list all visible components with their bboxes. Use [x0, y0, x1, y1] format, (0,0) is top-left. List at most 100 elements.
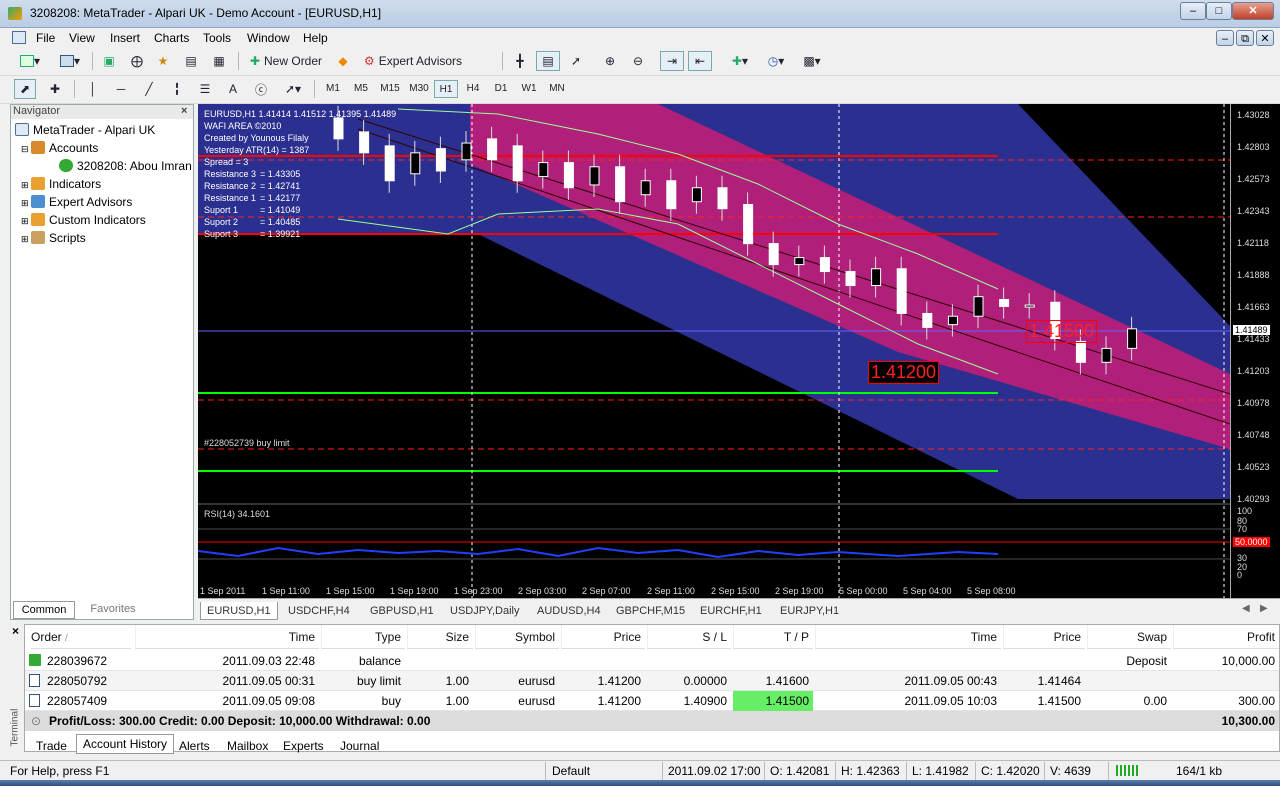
periods-menu-button[interactable]: ◷ ▾	[760, 51, 792, 71]
terminal-tab-account-history[interactable]: Account History	[76, 734, 175, 754]
col-symbol[interactable]: Symbol	[475, 625, 559, 649]
timeframe-h4[interactable]: H4	[461, 80, 485, 98]
col-sl[interactable]: S / L	[647, 625, 731, 649]
chart-tab-eurjpy-h1[interactable]: EURJPY,H1	[774, 602, 845, 620]
chart-area[interactable]: EURUSD,H1 1.41414 1.41512 1.41395 1.4148…	[198, 104, 1230, 598]
bar-chart-button[interactable]: ╋	[508, 51, 532, 71]
tab-scroll-right-icon[interactable]: ▶	[1260, 603, 1268, 614]
chart-tab-audusd-h4[interactable]: AUDUSD,H4	[531, 602, 607, 620]
status-profile[interactable]: Default	[552, 763, 590, 779]
arrows-menu-button[interactable]: ➚ ▾	[278, 79, 308, 99]
cursor-button[interactable]: ⬈	[14, 79, 36, 99]
price-axis[interactable]: 1.43028 1.42803 1.42573 1.42343 1.42118 …	[1230, 104, 1280, 598]
tab-scroll-left-icon[interactable]: ◀	[1242, 603, 1250, 614]
market-watch-button[interactable]: ▣	[98, 51, 120, 71]
navigator-accounts[interactable]: ⊟ Accounts	[21, 139, 98, 157]
profiles-button[interactable]: ▾	[54, 51, 86, 71]
mdi-close-button[interactable]: ✕	[1256, 30, 1274, 46]
menu-view[interactable]: View	[69, 31, 95, 45]
strategy-tester-button[interactable]: ▦	[208, 51, 230, 71]
navigator-root[interactable]: MetaTrader - Alpari UK	[15, 121, 155, 139]
terminal-tab-experts[interactable]: Experts	[283, 738, 324, 754]
chart-tab-usdjpy-daily[interactable]: USDJPY,Daily	[444, 602, 526, 620]
terminal-tab-mailbox[interactable]: Mailbox	[227, 738, 268, 754]
data-window-button[interactable]: ⨁	[126, 51, 148, 71]
minimize-button[interactable]: –	[1180, 2, 1206, 20]
vertical-line-button[interactable]: │	[82, 79, 104, 99]
mdi-minimize-button[interactable]: –	[1216, 30, 1234, 46]
chart-tab-eurusd-h1[interactable]: EURUSD,H1	[200, 602, 278, 620]
chart-tab-eurchf-h1[interactable]: EURCHF,H1	[694, 602, 768, 620]
col-order[interactable]: Order /	[31, 625, 131, 649]
candlestick-button[interactable]: ▤	[536, 51, 560, 71]
terminal-tab-trade[interactable]: Trade	[36, 738, 67, 754]
channel-button[interactable]: ╏	[166, 79, 188, 99]
navigator-tab-common[interactable]: Common	[13, 601, 75, 619]
zoom-in-button[interactable]: ⊕	[598, 51, 622, 71]
templates-menu-button[interactable]: ▩ ▾	[796, 51, 828, 71]
chart-tab-usdchf-h4[interactable]: USDCHF,H4	[282, 602, 356, 620]
chart-shift-button[interactable]: ⇤	[688, 51, 712, 71]
timeframe-m1[interactable]: M1	[320, 80, 346, 98]
horizontal-line-button[interactable]: ─	[110, 79, 132, 99]
terminal-close-icon[interactable]: ×	[12, 624, 19, 638]
text-label-button[interactable]: ⓒ	[250, 79, 272, 99]
maximize-button[interactable]: □	[1206, 2, 1232, 20]
timeframe-d1[interactable]: D1	[489, 80, 513, 98]
navigator-expert-advisors[interactable]: ⊞ Expert Advisors	[21, 193, 132, 211]
navigator-scripts[interactable]: ⊞ Scripts	[21, 229, 86, 247]
menu-file[interactable]: File	[36, 31, 55, 45]
expert-advisors-button[interactable]: ⚙ Expert Advisors	[360, 51, 466, 71]
table-row[interactable]: 228057409 2011.09.05 09:08 buy 1.00 euru…	[25, 691, 1279, 711]
mdi-restore-button[interactable]: ⧉	[1236, 30, 1254, 46]
menu-window[interactable]: Window	[247, 31, 290, 45]
fibonacci-button[interactable]: ☰	[194, 79, 216, 99]
text-button[interactable]: A	[222, 79, 244, 99]
col-tp[interactable]: T / P	[733, 625, 813, 649]
col-profit[interactable]: Profit	[1173, 625, 1279, 649]
auto-scroll-button[interactable]: ⇥	[660, 51, 684, 71]
new-chart-button[interactable]: ▾	[14, 51, 46, 71]
chart-tab-gbpchf-m15[interactable]: GBPCHF,M15	[610, 602, 691, 620]
menu-tools[interactable]: Tools	[203, 31, 231, 45]
timeframe-m30[interactable]: M30	[405, 80, 433, 98]
menu-help[interactable]: Help	[303, 31, 328, 45]
col-time[interactable]: Time	[135, 625, 319, 649]
menu-charts[interactable]: Charts	[154, 31, 189, 45]
navigator-account-item[interactable]: 3208208: Abou Imran	[59, 157, 192, 175]
col-close-time[interactable]: Time	[815, 625, 1001, 649]
timeframe-m15[interactable]: M15	[376, 80, 404, 98]
timeframe-h1[interactable]: H1	[434, 80, 458, 98]
table-row[interactable]: 228050792 2011.09.05 00:31 buy limit 1.0…	[25, 671, 1279, 691]
menu-insert[interactable]: Insert	[110, 31, 140, 45]
navigator-button[interactable]: ★	[152, 51, 174, 71]
navigator-close-icon[interactable]: ×	[181, 105, 187, 117]
crosshair-button[interactable]: ✚	[44, 79, 66, 99]
price-chart[interactable]	[198, 104, 1230, 598]
trendline-button[interactable]: ╱	[138, 79, 160, 99]
pending-order-label[interactable]: #228052739 buy limit	[204, 437, 290, 449]
col-swap[interactable]: Swap	[1087, 625, 1171, 649]
terminal-tab-journal[interactable]: Journal	[340, 738, 379, 754]
col-close-price[interactable]: Price	[1003, 625, 1085, 649]
zoom-out-button[interactable]: ⊖	[626, 51, 650, 71]
timeframe-m5[interactable]: M5	[348, 80, 374, 98]
line-chart-button[interactable]: ➚	[564, 51, 588, 71]
new-order-button[interactable]: ✚ New Order	[244, 51, 328, 71]
col-size[interactable]: Size	[407, 625, 473, 649]
navigator-custom-indicators[interactable]: ⊞ Custom Indicators	[21, 211, 146, 229]
chart-tab-gbpusd-h1[interactable]: GBPUSD,H1	[364, 602, 440, 620]
indicators-menu-button[interactable]: ✚ ▾	[724, 51, 756, 71]
terminal-tab-alerts[interactable]: Alerts	[179, 738, 210, 754]
col-type[interactable]: Type	[321, 625, 405, 649]
timeframe-w1[interactable]: W1	[517, 80, 541, 98]
terminal-button[interactable]: ▤	[180, 51, 202, 71]
y-tick-1: 1.42803	[1237, 142, 1270, 152]
col-price[interactable]: Price	[561, 625, 645, 649]
timeframe-mn[interactable]: MN	[545, 80, 569, 98]
close-button[interactable]: ✕	[1232, 2, 1274, 20]
autotrading-toggle[interactable]: ◆	[332, 51, 354, 71]
navigator-tab-favorites[interactable]: Favorites	[79, 601, 147, 619]
navigator-indicators[interactable]: ⊞ Indicators	[21, 175, 101, 193]
table-row[interactable]: 228039672 2011.09.03 22:48 balance Depos…	[25, 651, 1279, 671]
